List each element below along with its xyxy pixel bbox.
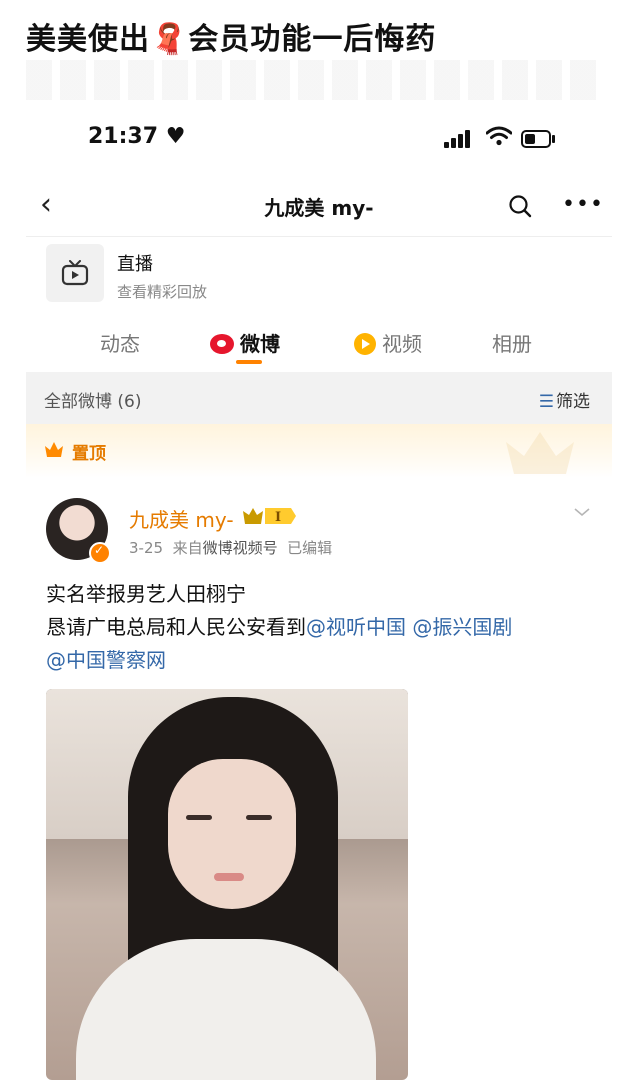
video-play-icon (354, 333, 376, 355)
tv-icon (61, 260, 89, 286)
article-headline: 美美使出🧣会员功能一后悔药 (26, 22, 437, 57)
nav-bar: ‹ 九成美 my- ••• (26, 188, 612, 224)
more-options-icon[interactable]: ••• (562, 192, 604, 217)
cropped-text-strip (26, 60, 596, 100)
post-meta: 3-25 来自微博视频号 已编辑 (129, 539, 333, 557)
cellular-signal-icon (444, 130, 476, 148)
divider (26, 236, 612, 237)
tab-weibo[interactable]: 微博 (210, 328, 280, 357)
pinned-label: 置顶 (72, 444, 106, 464)
search-icon[interactable] (508, 194, 532, 218)
post-body: 实名举报男艺人田栩宁 恳请广电总局和人民公安看到@视听中国 @振兴国剧 @中国警… (46, 582, 513, 672)
chevron-down-icon[interactable] (574, 504, 590, 520)
filter-icon: ☰ (538, 392, 554, 412)
crown-icon (45, 442, 63, 457)
pinned-banner: 置顶 (26, 424, 612, 478)
mention-link[interactable]: @振兴国剧 (412, 615, 512, 639)
post-username[interactable]: 九成美 my- (129, 504, 234, 533)
wifi-icon (486, 126, 512, 146)
scarf-emoji: 🧣 (150, 22, 189, 57)
filter-button[interactable]: ☰ 筛选 (539, 387, 590, 412)
svg-text:I: I (275, 510, 281, 525)
vip-badge-icon: I (243, 508, 296, 525)
tab-album[interactable]: 相册 (492, 328, 532, 357)
phone-screenshot: 21:37 ♥ ‹ 九成美 my- ••• 直播 查看精彩回放 动态 微博 视频… (26, 100, 612, 1080)
active-tab-indicator (236, 360, 262, 364)
crown-watermark-icon (506, 432, 574, 474)
filter-bar: 全部微博 (6) ☰ 筛选 (26, 372, 612, 424)
live-title[interactable]: 直播 (117, 250, 153, 276)
status-time: 21:37 ♥ (88, 124, 186, 149)
battery-icon (521, 130, 555, 148)
profile-tabs: 动态 微博 视频 相册 (26, 324, 612, 364)
all-posts-count[interactable]: 全部微博 (6) (44, 387, 141, 412)
video-thumbnail[interactable] (46, 689, 408, 1080)
heart-icon: ♥ (165, 124, 186, 149)
verified-badge-icon (89, 542, 111, 564)
mention-link[interactable]: @视听中国 (306, 615, 406, 639)
post-source[interactable]: 微博视频号 (203, 539, 278, 557)
live-subtitle: 查看精彩回放 (117, 283, 208, 301)
tab-video[interactable]: 视频 (354, 328, 422, 357)
status-bar: 21:37 ♥ (26, 124, 612, 154)
weibo-logo-icon (210, 334, 234, 354)
tab-dynamic[interactable]: 动态 (100, 328, 140, 357)
live-replay-button[interactable] (46, 244, 104, 302)
mention-link[interactable]: @中国警察网 (46, 648, 166, 672)
